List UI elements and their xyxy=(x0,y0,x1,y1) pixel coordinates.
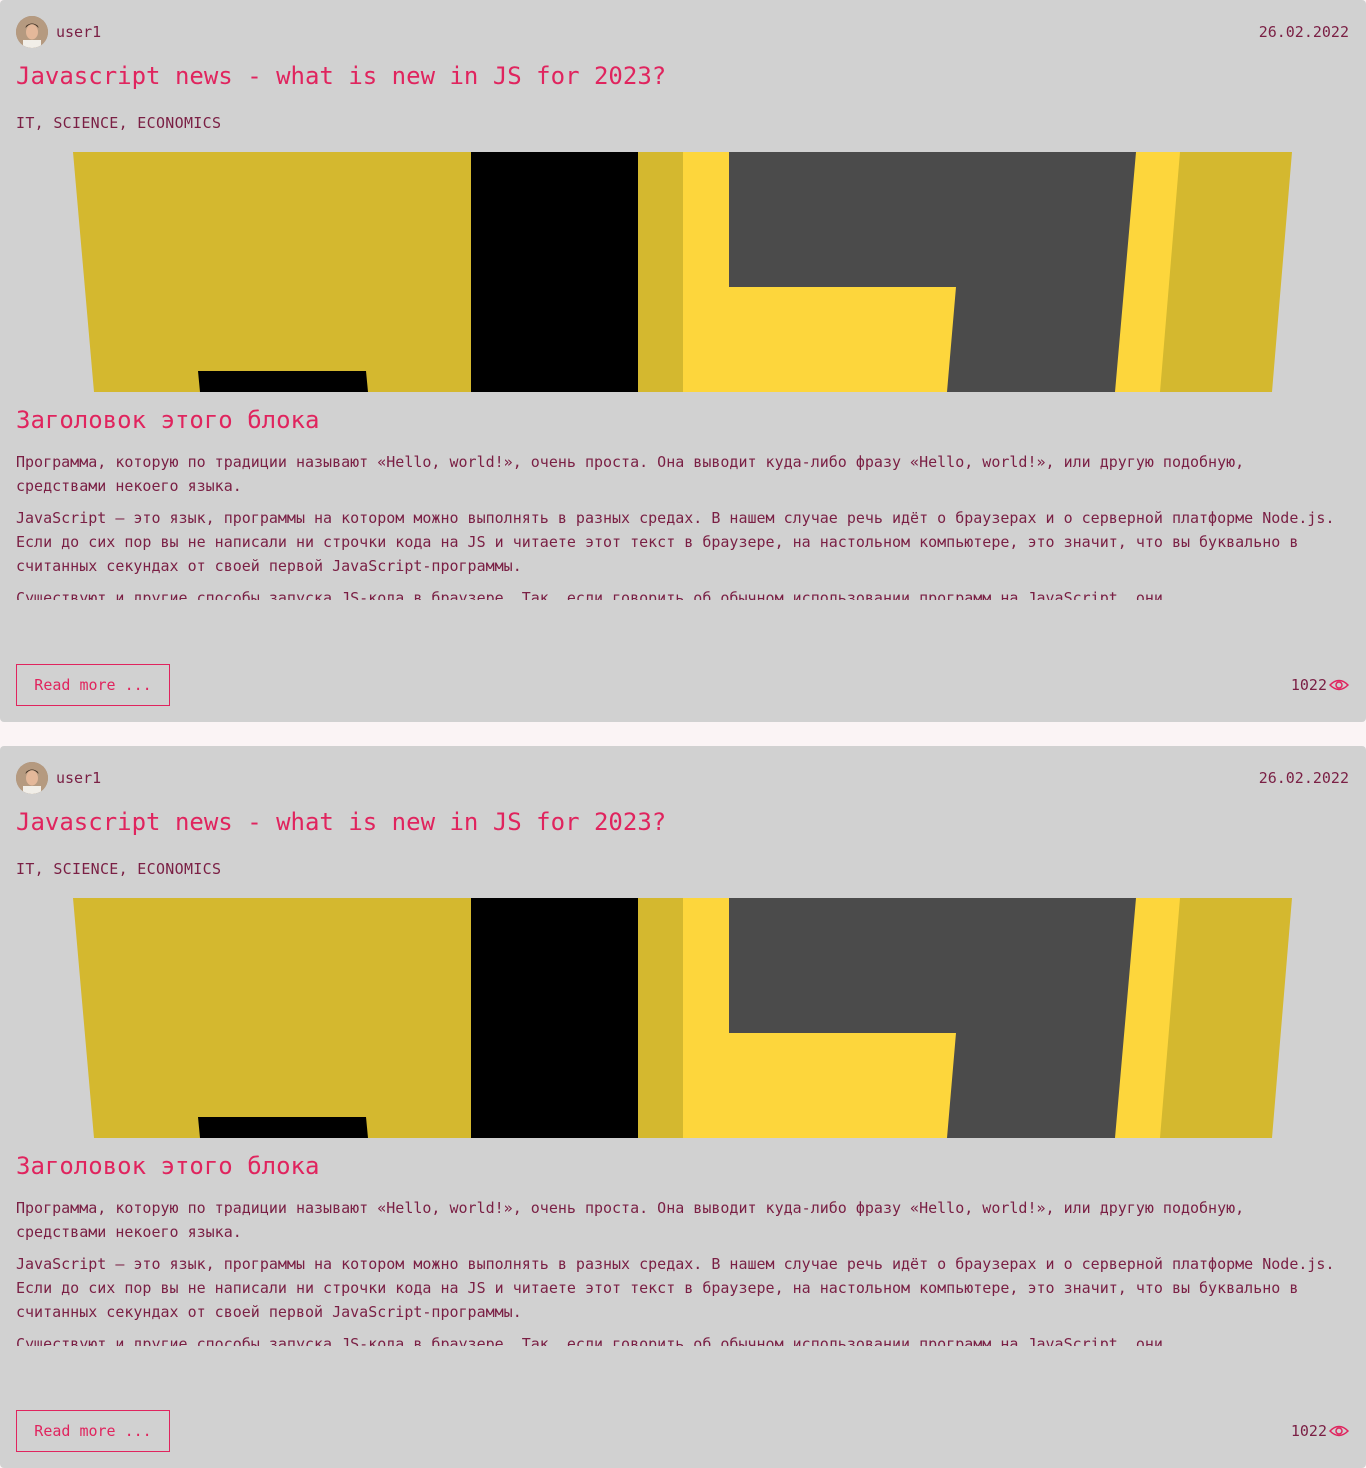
post-card: user1 26.02.2022 Javascript news - what … xyxy=(0,746,1366,1468)
post-date: 26.02.2022 xyxy=(1258,23,1349,41)
paragraph: Программа, которую по традиции называют … xyxy=(16,453,1245,495)
post-title[interactable]: Javascript news - what is new in JS for … xyxy=(16,808,666,836)
post-card: user1 26.02.2022 Javascript news - what … xyxy=(0,0,1366,722)
block-title: Заголовок этого блока xyxy=(16,406,320,434)
post-date: 26.02.2022 xyxy=(1258,769,1349,787)
author-name[interactable]: user1 xyxy=(56,23,101,41)
avatar[interactable] xyxy=(16,762,48,794)
post-excerpt: Программа, которую по традиции называют … xyxy=(16,450,1336,600)
read-more-button[interactable]: Read more ... xyxy=(16,1410,170,1452)
view-count-value: 1022 xyxy=(1290,1422,1327,1440)
post-image xyxy=(73,152,1292,392)
view-count: 1022 xyxy=(1291,1422,1349,1440)
post-tags: IT, SCIENCE, ECONOMICS xyxy=(16,114,222,132)
post-image xyxy=(73,898,1292,1138)
paragraph: JavaScript — это язык, программы на кото… xyxy=(16,1255,1335,1321)
paragraph: Существуют и другие способы запуска JS-к… xyxy=(16,589,1163,600)
view-count-value: 1022 xyxy=(1290,676,1327,694)
post-tags: IT, SCIENCE, ECONOMICS xyxy=(16,860,222,878)
paragraph: Программа, которую по традиции называют … xyxy=(16,1199,1245,1241)
paragraph: JavaScript — это язык, программы на кото… xyxy=(16,509,1335,575)
block-title: Заголовок этого блока xyxy=(16,1152,320,1180)
post-excerpt: Программа, которую по традиции называют … xyxy=(16,1196,1336,1346)
post-header: user1 26.02.2022 xyxy=(16,762,1349,794)
author-name[interactable]: user1 xyxy=(56,769,101,787)
paragraph: Существуют и другие способы запуска JS-к… xyxy=(16,1335,1163,1346)
eye-icon xyxy=(1329,1425,1349,1437)
post-header: user1 26.02.2022 xyxy=(16,16,1349,48)
view-count: 1022 xyxy=(1291,676,1349,694)
avatar[interactable] xyxy=(16,16,48,48)
eye-icon xyxy=(1329,679,1349,691)
post-title[interactable]: Javascript news - what is new in JS for … xyxy=(16,62,666,90)
read-more-button[interactable]: Read more ... xyxy=(16,664,170,706)
